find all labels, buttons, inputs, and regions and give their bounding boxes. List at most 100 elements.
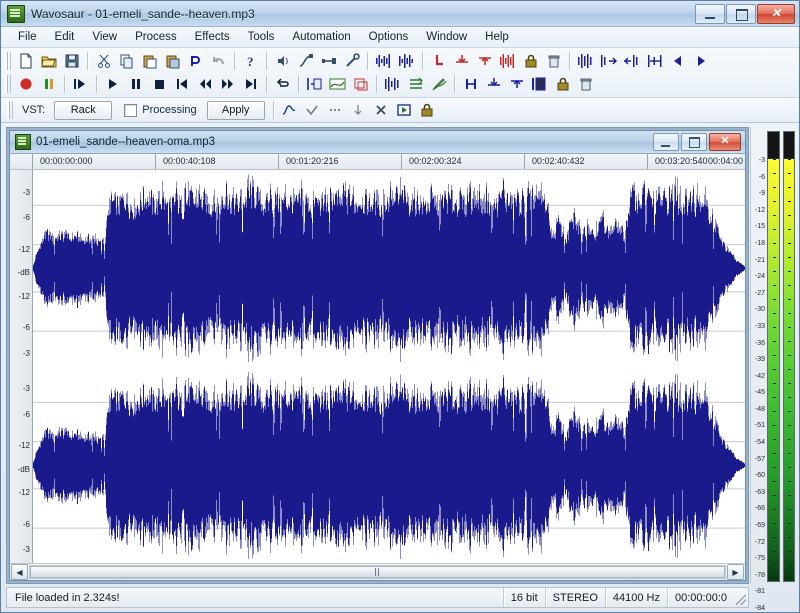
scroll-left-button[interactable]: ◀ xyxy=(11,564,28,580)
lock-icon[interactable] xyxy=(520,51,541,71)
check-icon[interactable] xyxy=(302,100,323,120)
waveform-blue-icon[interactable] xyxy=(396,51,417,71)
zoom-out-h-icon[interactable] xyxy=(621,51,642,71)
horizontal-scrollbar[interactable]: ◀ ▶ xyxy=(10,563,745,580)
vst-processing-checkbox[interactable] xyxy=(124,103,138,117)
pause-record-icon[interactable] xyxy=(38,74,59,94)
play-box-icon[interactable] xyxy=(394,100,415,120)
scroll-right-button[interactable]: ▶ xyxy=(727,564,744,580)
stop-icon[interactable] xyxy=(148,74,169,94)
record-icon[interactable] xyxy=(15,74,36,94)
fade-curve-icon[interactable] xyxy=(295,51,316,71)
pencil-draw-icon[interactable] xyxy=(428,74,449,94)
loop-icon[interactable] xyxy=(272,74,293,94)
marker-down-icon[interactable] xyxy=(451,51,472,71)
paste-special-icon[interactable] xyxy=(162,51,183,71)
dots-icon[interactable] xyxy=(325,100,346,120)
vu-meter-scale: -3 -6 -9 -12 -15 -18 -21 -24 -27 -30 -33 -36 -39 -42 -… xyxy=(751,127,766,612)
menu-item-process[interactable]: Process xyxy=(126,29,186,45)
menu-item-file[interactable]: File xyxy=(9,29,46,45)
undo-icon[interactable] xyxy=(208,51,229,71)
volume-icon[interactable] xyxy=(272,51,293,71)
step-right-icon[interactable] xyxy=(690,51,711,71)
normalize-icon[interactable] xyxy=(318,51,339,71)
envelope-icon[interactable] xyxy=(327,74,348,94)
channel-container[interactable] xyxy=(33,170,745,563)
vu-scale-label-neg69: -69 xyxy=(754,522,765,530)
document-restore-button[interactable] xyxy=(681,133,707,151)
waveform-channel-left[interactable] xyxy=(33,170,745,368)
waveform-select-icon[interactable] xyxy=(373,51,394,71)
batch-icon[interactable] xyxy=(529,74,550,94)
timeline-ruler[interactable]: 00:00:00:000 00:00:40:108 00:01:20:216 0… xyxy=(10,154,745,170)
play-icon[interactable] xyxy=(102,74,123,94)
waveform-channel-right[interactable] xyxy=(33,366,745,563)
region-icon[interactable] xyxy=(350,74,371,94)
copy-icon[interactable] xyxy=(116,51,137,71)
arrow-down-icon[interactable] xyxy=(348,100,369,120)
document-minimize-button[interactable] xyxy=(653,133,679,151)
open-file-icon[interactable] xyxy=(38,51,59,71)
menu-item-options[interactable]: Options xyxy=(360,29,418,45)
vst-rack-button[interactable]: Rack xyxy=(54,100,113,120)
resize-grip[interactable] xyxy=(734,588,748,607)
menu-item-automation[interactable]: Automation xyxy=(283,29,359,45)
toolbar-separator xyxy=(454,74,455,93)
new-file-icon[interactable] xyxy=(15,51,36,71)
paste-mix-icon[interactable] xyxy=(185,51,206,71)
lock3-icon[interactable] xyxy=(417,100,438,120)
zoom-selection-icon[interactable] xyxy=(575,51,596,71)
curve-icon[interactable] xyxy=(279,100,300,120)
marker-pair-icon[interactable] xyxy=(460,74,481,94)
vst-processing-checkbox-wrap[interactable]: Processing xyxy=(124,103,197,117)
help-question-icon[interactable]: ? xyxy=(240,51,261,71)
marker-region-icon[interactable] xyxy=(497,51,518,71)
ruler-label-4: 00:02:40:432 xyxy=(532,156,585,166)
zoom-full-icon[interactable] xyxy=(644,51,665,71)
play-selection-icon[interactable] xyxy=(70,74,91,94)
maximize-button[interactable] xyxy=(726,3,756,24)
toolbar-grip[interactable] xyxy=(5,51,11,70)
cut-icon[interactable] xyxy=(93,51,114,71)
zoom-in-h-icon[interactable] xyxy=(598,51,619,71)
delete-marker-icon[interactable] xyxy=(543,51,564,71)
menu-item-effects[interactable]: Effects xyxy=(186,29,239,45)
menu-item-edit[interactable]: Edit xyxy=(46,29,84,45)
document-close-button[interactable]: ✕ xyxy=(709,133,741,151)
title-bar: Wavosaur - 01-emeli_sande--heaven.mp3 ✕ xyxy=(1,1,799,27)
lock2-icon[interactable] xyxy=(552,74,573,94)
pause-icon[interactable] xyxy=(125,74,146,94)
toolbar-grip[interactable] xyxy=(5,74,11,93)
scroll-thumb[interactable] xyxy=(30,566,725,578)
fast-forward-icon[interactable] xyxy=(217,74,238,94)
marker-add-right-icon[interactable] xyxy=(506,74,527,94)
vst-apply-button[interactable]: Apply xyxy=(206,100,265,120)
multichannel-icon[interactable] xyxy=(382,74,403,94)
db-label-top-6: -6 xyxy=(22,213,30,223)
menu-item-view[interactable]: View xyxy=(83,29,126,45)
marker-list-icon[interactable] xyxy=(304,74,325,94)
vst-bar-grip[interactable] xyxy=(7,101,13,119)
close-button[interactable]: ✕ xyxy=(757,3,795,24)
scroll-track[interactable] xyxy=(29,565,726,579)
close-x-icon[interactable] xyxy=(371,100,392,120)
go-start-icon[interactable] xyxy=(171,74,192,94)
marker-add-left-icon[interactable] xyxy=(483,74,504,94)
step-left-icon[interactable] xyxy=(667,51,688,71)
menu-item-tools[interactable]: Tools xyxy=(239,29,284,45)
trash-icon[interactable] xyxy=(575,74,596,94)
menu-item-window[interactable]: Window xyxy=(417,29,476,45)
db-label-bot-db: -dB xyxy=(17,464,30,474)
menu-item-help[interactable]: Help xyxy=(476,29,518,45)
rewind-icon[interactable] xyxy=(194,74,215,94)
marker-left-icon[interactable] xyxy=(428,51,449,71)
save-file-icon[interactable] xyxy=(61,51,82,71)
go-end-icon[interactable] xyxy=(240,74,261,94)
tools-wand-icon[interactable] xyxy=(341,51,362,71)
marker-up-icon[interactable] xyxy=(474,51,495,71)
waveform-area[interactable]: -3 -6 -12 -dB -12 -6 -3 -3 -6 -12 -dB -1… xyxy=(10,170,745,563)
vst-bar: VST: Rack Processing Apply xyxy=(1,98,799,123)
track-mix-icon[interactable] xyxy=(405,74,426,94)
paste-icon[interactable] xyxy=(139,51,160,71)
minimize-button[interactable] xyxy=(695,3,725,24)
